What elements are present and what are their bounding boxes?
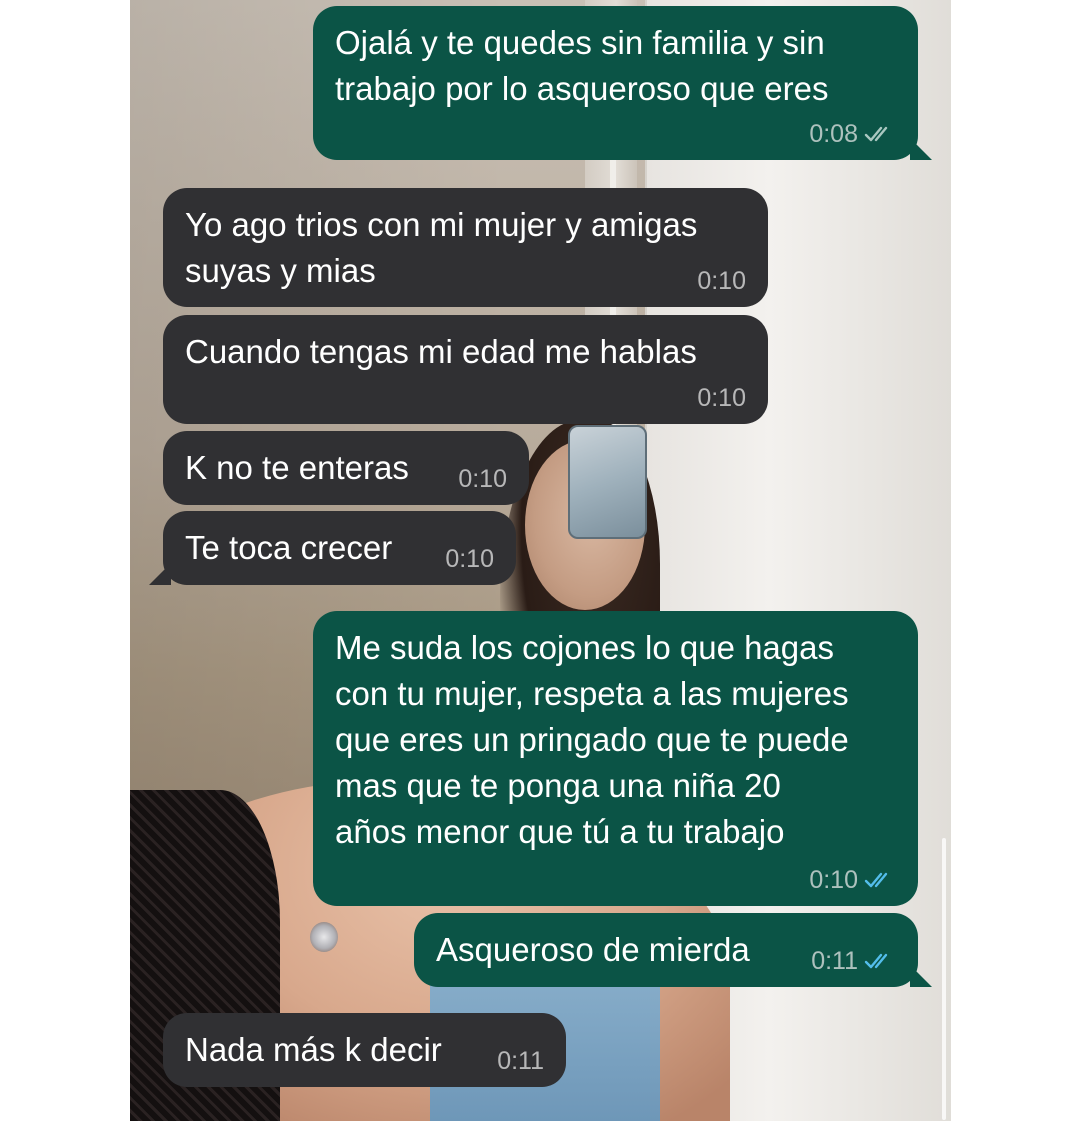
message-meta: 0:10	[697, 267, 746, 295]
chat-view: Ojalá y te quedes sin familia y sin trab…	[130, 0, 951, 1121]
message-meta: 0:10	[809, 866, 896, 894]
message-bubble-incoming[interactable]: Cuando tengas mi edad me hablas 0:10	[163, 315, 768, 424]
scrollbar[interactable]	[942, 838, 946, 1120]
message-text: Ojalá y te quedes sin familia y sin trab…	[335, 24, 829, 107]
message-bubble-incoming[interactable]: K no te enteras 0:10	[163, 431, 529, 505]
message-time: 0:08	[809, 120, 858, 148]
message-time: 0:10	[809, 866, 858, 894]
message-text: Me suda los cojones lo que hagas con tu …	[335, 629, 849, 850]
wallpaper-navel-piercing	[310, 922, 338, 952]
double-check-icon	[864, 126, 888, 142]
message-meta: 0:10	[697, 384, 746, 412]
wallpaper-phone	[568, 425, 647, 539]
message-time: 0:10	[697, 384, 746, 412]
message-time: 0:10	[697, 267, 746, 295]
message-meta: 0:11	[811, 947, 896, 975]
message-text: Nada más k decir	[185, 1031, 442, 1068]
double-check-blue-icon	[864, 872, 888, 888]
message-bubble-incoming[interactable]: Te toca crecer 0:10	[149, 511, 516, 585]
message-text: Yo ago trios con mi mujer y amigas suyas…	[185, 206, 698, 289]
bubble-tail	[149, 563, 171, 585]
bubble-tail	[910, 138, 932, 160]
message-bubble-outgoing[interactable]: Ojalá y te quedes sin familia y sin trab…	[313, 6, 932, 160]
message-time: 0:11	[811, 947, 858, 975]
message-meta: 0:10	[445, 545, 494, 573]
message-bubble-outgoing[interactable]: Asqueroso de mierda 0:11	[414, 913, 932, 987]
message-meta: 0:11	[497, 1047, 544, 1075]
bubble-tail	[910, 965, 932, 987]
message-time: 0:10	[445, 545, 494, 573]
message-bubble-outgoing[interactable]: Me suda los cojones lo que hagas con tu …	[313, 611, 918, 906]
message-time: 0:10	[458, 465, 507, 493]
message-meta: 0:08	[809, 120, 896, 148]
message-text: Cuando tengas mi edad me hablas	[185, 333, 697, 370]
double-check-blue-icon	[864, 953, 888, 969]
message-time: 0:11	[497, 1047, 544, 1075]
message-meta: 0:10	[458, 465, 507, 493]
message-bubble-incoming[interactable]: Yo ago trios con mi mujer y amigas suyas…	[163, 188, 768, 307]
message-bubble-incoming[interactable]: Nada más k decir 0:11	[163, 1013, 566, 1087]
